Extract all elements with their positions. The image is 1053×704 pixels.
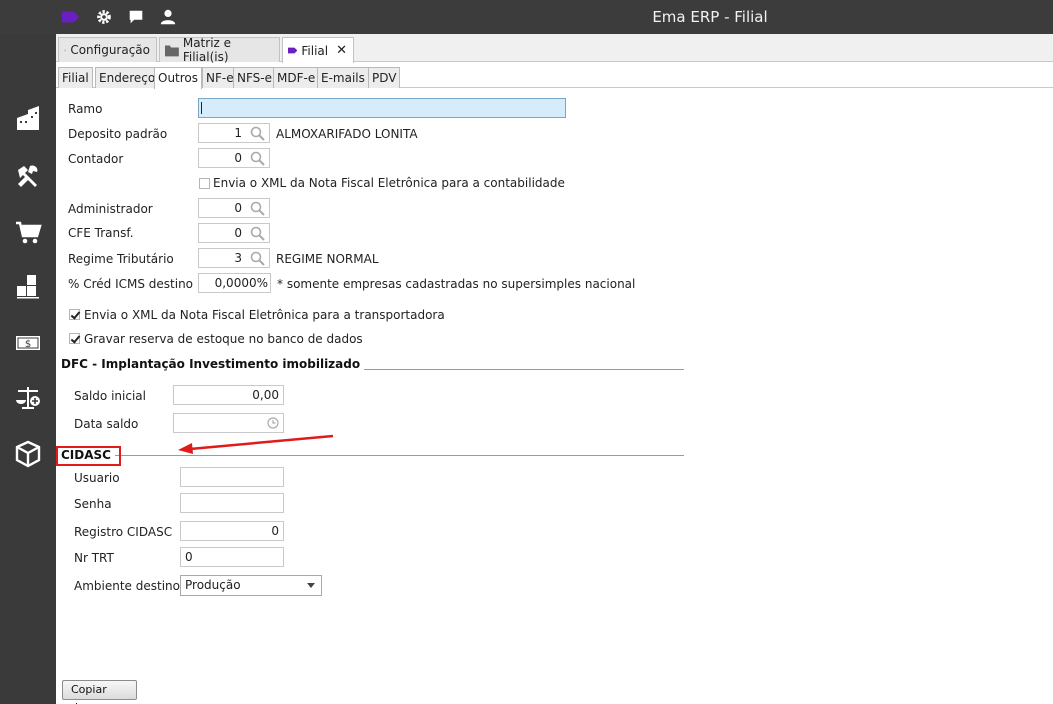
subtab-pdv[interactable]: PDV bbox=[368, 67, 401, 88]
envia-xml-transportadora-label: Envia o XML da Nota Fiscal Eletrônica pa… bbox=[84, 308, 445, 322]
cred-icms-note: * somente empresas cadastradas no supers… bbox=[277, 277, 636, 291]
window-title: Ema ERP - Filial bbox=[652, 8, 768, 26]
envia-xml-contabilidade-checkbox[interactable] bbox=[199, 178, 210, 189]
building-icon[interactable] bbox=[14, 104, 42, 132]
gravar-reserva-label: Gravar reserva de estoque no banco de da… bbox=[84, 332, 363, 346]
dfc-section-title: DFC - Implantação Investimento imobiliza… bbox=[61, 357, 365, 371]
tools-icon[interactable] bbox=[14, 162, 42, 190]
subtab-nfse[interactable]: NFS-e bbox=[233, 67, 276, 88]
package-icon[interactable] bbox=[14, 440, 42, 468]
gear-icon[interactable] bbox=[94, 8, 114, 26]
cred-icms-label: % Créd ICMS destino bbox=[68, 277, 194, 291]
deposito-value: 1 bbox=[234, 126, 242, 140]
money-icon[interactable]: $ bbox=[14, 328, 42, 356]
clock-icon[interactable] bbox=[267, 417, 279, 429]
boxes-icon[interactable] bbox=[14, 272, 42, 300]
senha-input[interactable] bbox=[180, 493, 284, 513]
cfe-transf-input[interactable]: 0 bbox=[198, 223, 270, 243]
cfe-transf-label: CFE Transf. bbox=[68, 226, 134, 240]
tag-icon bbox=[288, 47, 298, 54]
close-icon[interactable]: ✕ bbox=[336, 43, 347, 58]
ambiente-select[interactable]: Produção bbox=[180, 575, 322, 596]
regime-value: 3 bbox=[234, 251, 242, 265]
subtab-mdfe[interactable]: MDF-e bbox=[273, 67, 320, 88]
ambiente-value: Produção bbox=[185, 578, 241, 592]
gear-icon bbox=[64, 49, 67, 51]
left-rail: $ bbox=[0, 34, 56, 704]
tab-label: Matriz e Filial(is) bbox=[182, 36, 232, 64]
nr-trt-label: Nr TRT bbox=[74, 551, 114, 565]
search-icon[interactable] bbox=[249, 125, 267, 141]
svg-text:$: $ bbox=[25, 339, 31, 350]
tab-label: Configuração bbox=[70, 43, 150, 57]
administrador-label: Administrador bbox=[68, 202, 153, 216]
deposito-description: ALMOXARIFADO LONITA bbox=[276, 127, 418, 141]
tag-icon[interactable] bbox=[60, 8, 80, 26]
contador-value: 0 bbox=[234, 151, 242, 165]
search-icon[interactable] bbox=[249, 250, 267, 266]
saldo-inicial-label: Saldo inicial bbox=[74, 389, 146, 403]
cidasc-divider bbox=[62, 455, 684, 456]
tab-filial[interactable]: Filial ✕ bbox=[282, 37, 354, 63]
regime-description: REGIME NORMAL bbox=[276, 252, 379, 266]
ramo-input[interactable] bbox=[198, 98, 566, 118]
highlight-box bbox=[56, 446, 121, 466]
search-icon[interactable] bbox=[249, 150, 267, 166]
window-tab-strip: Configuração Matriz e Filial(is) Filial … bbox=[56, 34, 1053, 64]
nr-trt-input[interactable]: 0 bbox=[180, 547, 284, 567]
administrador-value: 0 bbox=[234, 201, 242, 215]
user-icon[interactable] bbox=[158, 8, 178, 26]
subtab-endereco[interactable]: Endereço bbox=[95, 67, 160, 88]
administrador-input[interactable]: 0 bbox=[198, 198, 270, 218]
deposito-input[interactable]: 1 bbox=[198, 123, 270, 143]
text-cursor bbox=[201, 102, 202, 114]
copiar-de-button[interactable]: Copiar de... bbox=[62, 680, 137, 704]
subtab-filial[interactable]: Filial bbox=[58, 67, 93, 88]
gravar-reserva-checkbox[interactable] bbox=[69, 333, 80, 344]
search-icon[interactable] bbox=[249, 200, 267, 216]
deposito-label: Deposito padrão bbox=[68, 127, 168, 141]
contador-input[interactable]: 0 bbox=[198, 148, 270, 168]
ambiente-label: Ambiente destino bbox=[74, 579, 180, 593]
registro-cidasc-input[interactable]: 0 bbox=[180, 521, 284, 541]
data-saldo-input[interactable] bbox=[173, 413, 284, 433]
cfe-transf-value: 0 bbox=[234, 226, 242, 240]
contador-label: Contador bbox=[68, 152, 124, 166]
saldo-inicial-input[interactable]: 0,00 bbox=[173, 385, 284, 405]
usuario-label: Usuario bbox=[74, 471, 120, 485]
senha-label: Senha bbox=[74, 497, 112, 511]
sub-tab-strip: Filial Endereço Outros NF-e NFS-e MDF-e … bbox=[56, 66, 1053, 89]
tab-configuracao[interactable]: Configuração bbox=[58, 37, 157, 62]
tab-matriz-filial[interactable]: Matriz e Filial(is) bbox=[159, 36, 280, 64]
regime-label: Regime Tributário bbox=[68, 252, 174, 266]
data-saldo-label: Data saldo bbox=[74, 417, 139, 431]
subtab-outros[interactable]: Outros bbox=[154, 67, 203, 89]
arrow-annotation bbox=[178, 434, 334, 454]
search-icon[interactable] bbox=[249, 225, 267, 241]
regime-input[interactable]: 3 bbox=[198, 248, 270, 268]
envia-xml-transportadora-checkbox[interactable] bbox=[69, 309, 80, 320]
chevron-down-icon bbox=[307, 583, 315, 588]
tab-label: Filial bbox=[301, 43, 329, 58]
main-panel: Configuração Matriz e Filial(is) Filial … bbox=[56, 34, 1053, 704]
scales-icon[interactable] bbox=[14, 384, 42, 412]
cred-icms-input[interactable]: 0,0000% bbox=[198, 273, 271, 293]
ramo-label: Ramo bbox=[68, 102, 103, 116]
subtab-emails[interactable]: E-mails bbox=[317, 67, 369, 88]
envia-xml-contabilidade-label: Envia o XML da Nota Fiscal Eletrônica pa… bbox=[213, 176, 565, 190]
cart-icon[interactable] bbox=[14, 218, 42, 246]
usuario-input[interactable] bbox=[180, 467, 284, 487]
folder-icon bbox=[165, 45, 179, 56]
title-bar: Ema ERP - Filial bbox=[0, 0, 1053, 34]
chat-icon[interactable] bbox=[126, 8, 146, 26]
registro-cidasc-label: Registro CIDASC bbox=[74, 525, 173, 539]
